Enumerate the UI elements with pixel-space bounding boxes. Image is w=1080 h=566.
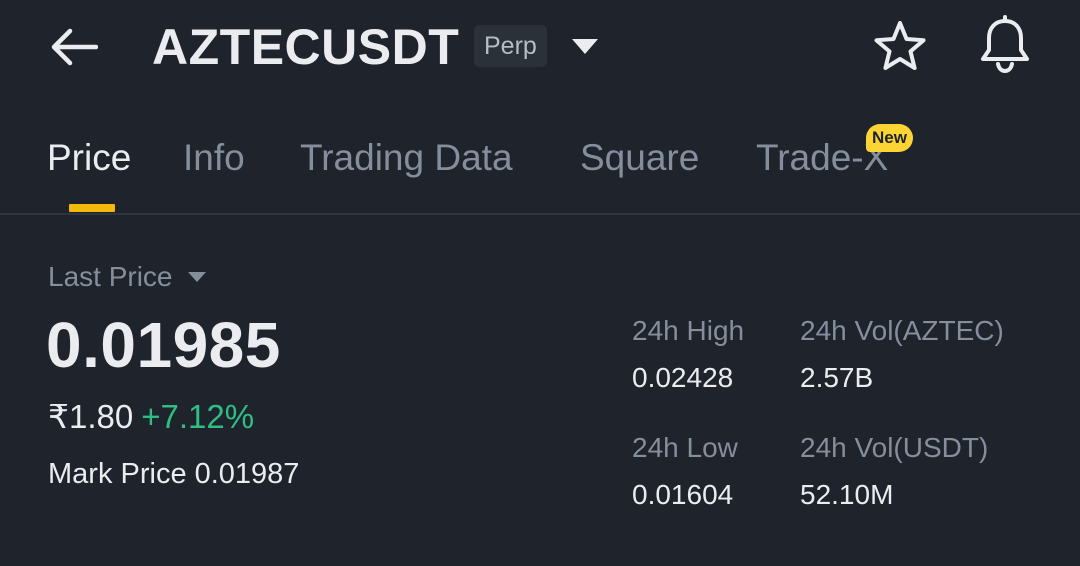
star-icon bbox=[874, 21, 926, 70]
fiat-change-row: ₹1.80 +7.12% bbox=[48, 396, 254, 438]
bell-icon bbox=[981, 15, 1029, 74]
tab-square[interactable]: Square bbox=[580, 134, 699, 182]
last-price-label: Last Price bbox=[48, 261, 173, 292]
tab-trading-data[interactable]: Trading Data bbox=[300, 134, 513, 182]
caret-down-icon bbox=[187, 272, 206, 282]
mark-price-row: Mark Price 0.01987 bbox=[48, 455, 299, 493]
page-title: AZTECUSDT bbox=[152, 19, 460, 75]
tab-info[interactable]: Info bbox=[183, 134, 245, 182]
mark-price-value: 0.01987 bbox=[194, 458, 300, 490]
caret-down-icon bbox=[572, 39, 598, 54]
vol-quote-24h-label: 24h Vol(USDT) bbox=[800, 432, 989, 463]
fiat-price: ₹1.80 bbox=[48, 398, 134, 435]
tab-bar: Price Info Trading Data Square Trade-X N… bbox=[0, 124, 1080, 214]
tabs-divider bbox=[0, 213, 1080, 215]
low-24h-value: 0.01604 bbox=[632, 479, 734, 510]
vol-quote-24h-value: 52.10M bbox=[800, 479, 894, 510]
low-24h-label: 24h Low bbox=[632, 432, 738, 463]
back-button[interactable] bbox=[48, 24, 104, 70]
price-alert-button[interactable] bbox=[974, 14, 1036, 76]
mark-price-label: Mark Price bbox=[48, 458, 187, 490]
new-badge: New bbox=[866, 124, 913, 152]
active-tab-indicator bbox=[69, 204, 115, 212]
high-24h-value: 0.02428 bbox=[632, 362, 734, 393]
price-change-percent: +7.12% bbox=[141, 398, 255, 435]
vol-base-24h-label: 24h Vol(AZTEC) bbox=[800, 315, 1004, 346]
high-24h-label: 24h High bbox=[632, 315, 745, 346]
vol-base-24h-value: 2.57B bbox=[800, 362, 874, 393]
market-detail-page: AZTECUSDT Perp Price Info Trading Data S… bbox=[0, 0, 1080, 566]
tab-price[interactable]: Price bbox=[47, 134, 131, 182]
last-price-value: 0.01985 bbox=[46, 309, 281, 381]
contract-type-badge: Perp bbox=[474, 25, 547, 67]
last-price-selector[interactable]: Last Price bbox=[48, 259, 207, 295]
back-arrow-icon bbox=[51, 28, 98, 66]
favorite-button[interactable] bbox=[870, 18, 930, 76]
symbol-dropdown[interactable] bbox=[568, 30, 602, 62]
